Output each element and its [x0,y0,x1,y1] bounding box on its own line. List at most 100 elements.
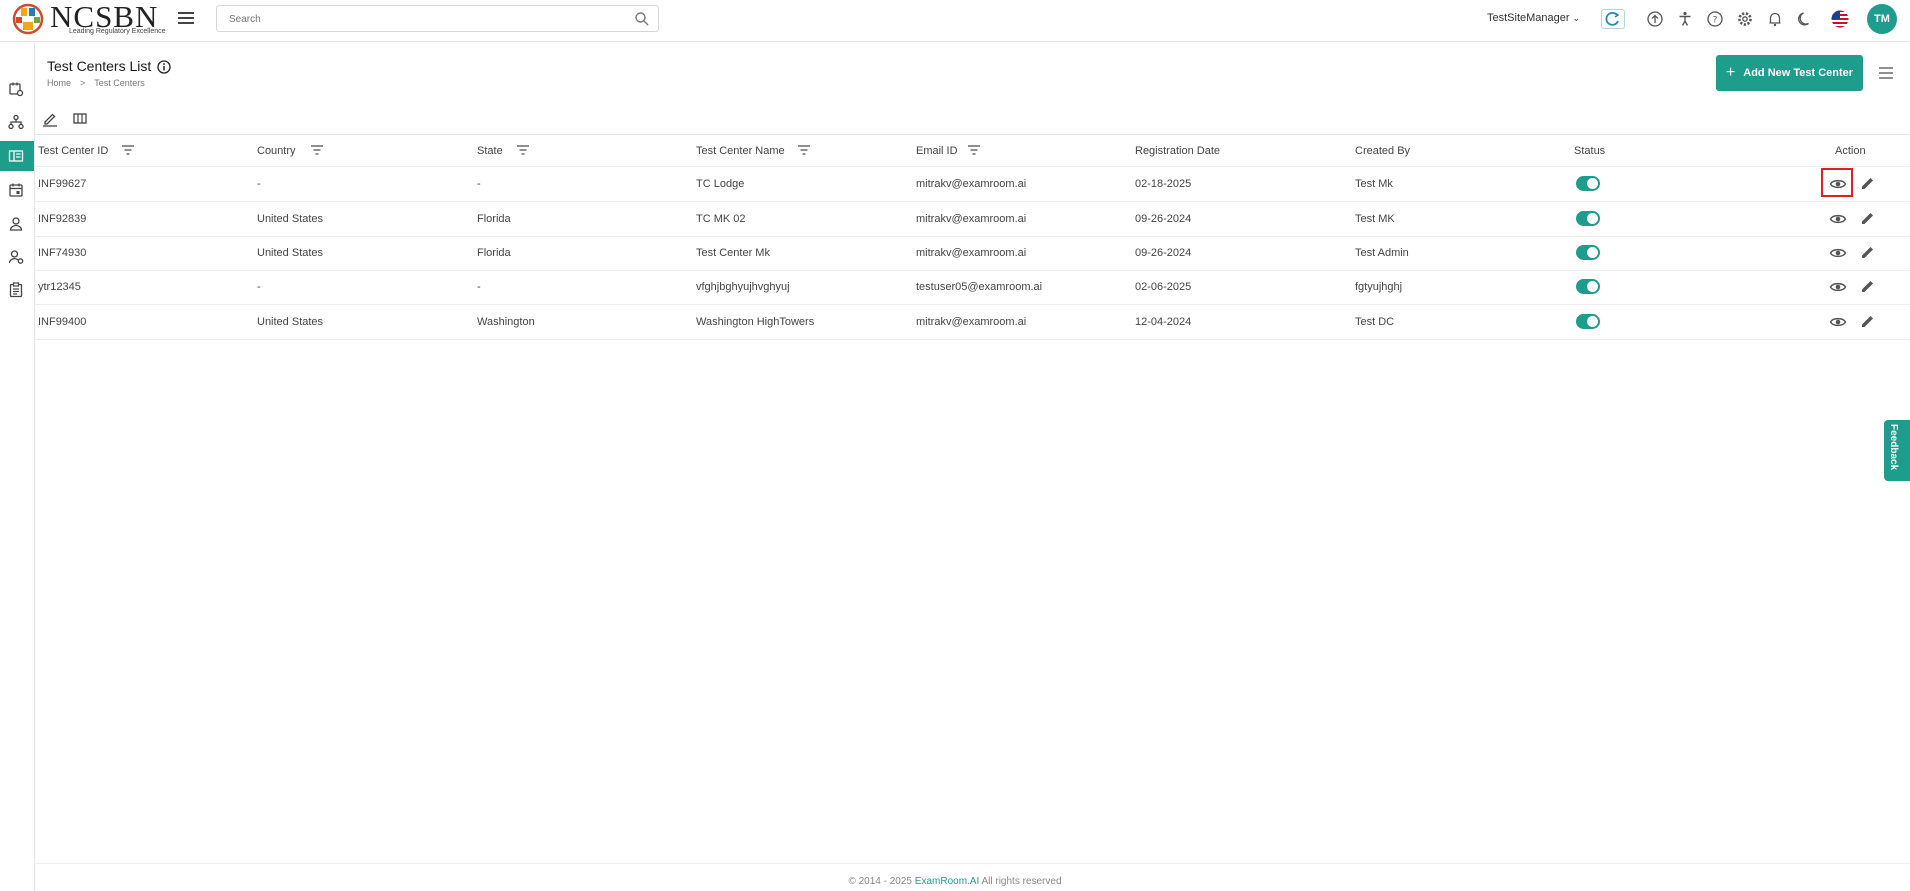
info-icon[interactable] [157,60,171,74]
accessibility-icon[interactable] [1676,10,1694,28]
add-test-center-button[interactable]: + Add New Test Center [1716,55,1863,91]
filter-icon[interactable] [121,144,135,156]
sidebar-item-test-centers[interactable] [0,141,34,171]
breadcrumb: Home > Test Centers [47,78,145,88]
cell-email: mitrakv@examroom.ai [916,247,1027,259]
cell-created-by: Test Admin [1355,247,1409,259]
cell-created-by: fgtyujhghj [1355,281,1403,293]
table-row: INF74930 United States Florida Test Cent… [34,236,1910,271]
status-toggle[interactable] [1576,314,1600,329]
column-header-country[interactable]: Country [257,145,296,157]
ncsbn-logo[interactable]: NCSBN Leading Regulatory Excellence [10,0,166,40]
column-header-email-id[interactable]: Email ID [916,145,958,157]
edit-icon[interactable] [1859,176,1877,192]
table-row: INF99627 - - TC Lodge mitrakv@examroom.a… [34,167,1910,202]
view-icon[interactable] [1829,176,1847,192]
cell-state: Florida [477,247,511,259]
help-icon[interactable]: ? [1706,10,1724,28]
sidebar-item-users[interactable] [0,209,34,239]
status-toggle[interactable] [1576,245,1600,260]
calendar-icon [9,183,23,197]
cell-test-center-name: Washington HighTowers [696,316,815,328]
view-icon[interactable] [1829,279,1847,295]
avatar[interactable]: TM [1867,4,1897,34]
settings-icon[interactable] [1736,10,1754,28]
feedback-label: Feedback [1888,424,1899,471]
user-menu[interactable]: TestSiteManager ⌄ [1487,12,1580,24]
cell-registration-date: 09-26-2024 [1135,213,1192,225]
refresh-button[interactable] [1601,9,1625,29]
cell-email: mitrakv@examroom.ai [916,213,1027,225]
view-icon[interactable] [1829,245,1847,261]
column-header-test-center-id[interactable]: Test Center ID [38,145,108,157]
cell-email: testuser05@examroom.ai [916,281,1043,293]
chevron-down-icon: ⌄ [1572,13,1581,23]
cell-registration-date: 09-26-2024 [1135,247,1192,259]
cell-created-by: Test DC [1355,316,1395,328]
sidebar-item-schedule-settings[interactable] [0,74,34,104]
cell-state: Florida [477,213,511,225]
user-settings-icon [8,250,24,264]
table-row: ytr12345 - - vfghjbghyujhvghyuj testuser… [34,270,1910,305]
status-toggle[interactable] [1576,279,1600,294]
footer-link[interactable]: ExamRoom.AI [915,876,979,887]
logo-mark-icon [12,3,44,35]
filter-icon[interactable] [516,144,530,156]
user-name: TestSiteManager [1487,12,1570,24]
view-icon[interactable] [1829,211,1847,227]
cell-email: mitrakv@examroom.ai [916,178,1027,190]
cell-created-by: Test Mk [1355,178,1393,190]
search-input[interactable] [227,10,621,29]
footer: © 2014 - 2025 ExamRoom.AI All rights res… [0,876,1910,887]
column-header-action: Action [1835,145,1866,157]
cell-test-center-id: INF74930 [38,247,87,259]
breadcrumb-current: Test Centers [94,78,145,88]
cell-test-center-id: ytr12345 [38,281,81,293]
column-header-test-center-name[interactable]: Test Center Name [696,145,785,157]
cell-state: Washington [477,316,535,328]
table-header: Test Center ID Country State Test Center… [34,134,1910,167]
edit-columns-icon[interactable] [42,111,58,127]
feedback-tab[interactable]: Feedback [1884,420,1910,481]
cell-test-center-id: INF99400 [38,316,87,328]
refresh-icon [1605,11,1620,26]
filter-icon[interactable] [797,144,811,156]
status-toggle[interactable] [1576,211,1600,226]
sidebar-item-hierarchy[interactable] [0,107,34,137]
column-header-registration-date[interactable]: Registration Date [1135,145,1220,157]
sidebar-item-user-settings[interactable] [0,242,34,272]
clipboard-icon [9,282,23,298]
menu-toggle-icon[interactable] [178,12,194,26]
column-header-created-by[interactable]: Created By [1355,145,1410,157]
search-icon[interactable] [634,11,650,27]
status-toggle[interactable] [1576,176,1600,191]
filter-icon[interactable] [967,144,981,156]
user-icon [9,217,23,231]
cell-registration-date: 02-06-2025 [1135,281,1192,293]
top-header: NCSBN Leading Regulatory Excellence Test… [0,0,1910,42]
footer-rights: All rights reserved [981,876,1062,887]
bell-icon[interactable] [1766,10,1784,28]
sidebar-item-calendar[interactable] [0,175,34,205]
column-header-state[interactable]: State [477,145,503,157]
edit-icon[interactable] [1859,211,1877,227]
us-flag-icon[interactable] [1831,10,1849,28]
cell-test-center-name: TC Lodge [696,178,745,190]
upload-circle-icon[interactable] [1646,10,1664,28]
cell-registration-date: 12-04-2024 [1135,316,1192,328]
sidebar-item-reports[interactable] [0,275,34,305]
table-row: INF99400 United States Washington Washin… [34,305,1910,340]
view-icon[interactable] [1829,314,1847,330]
cell-country: - [257,178,261,190]
edit-icon[interactable] [1859,279,1877,295]
moon-icon[interactable] [1796,10,1814,28]
calendar-settings-icon [9,82,24,97]
list-view-icon[interactable] [1879,67,1893,79]
edit-icon[interactable] [1859,245,1877,261]
column-settings-icon[interactable] [72,111,88,127]
column-header-status[interactable]: Status [1574,145,1605,157]
filter-icon[interactable] [310,144,324,156]
cell-country: United States [257,247,324,259]
breadcrumb-home[interactable]: Home [47,78,71,88]
edit-icon[interactable] [1859,314,1877,330]
